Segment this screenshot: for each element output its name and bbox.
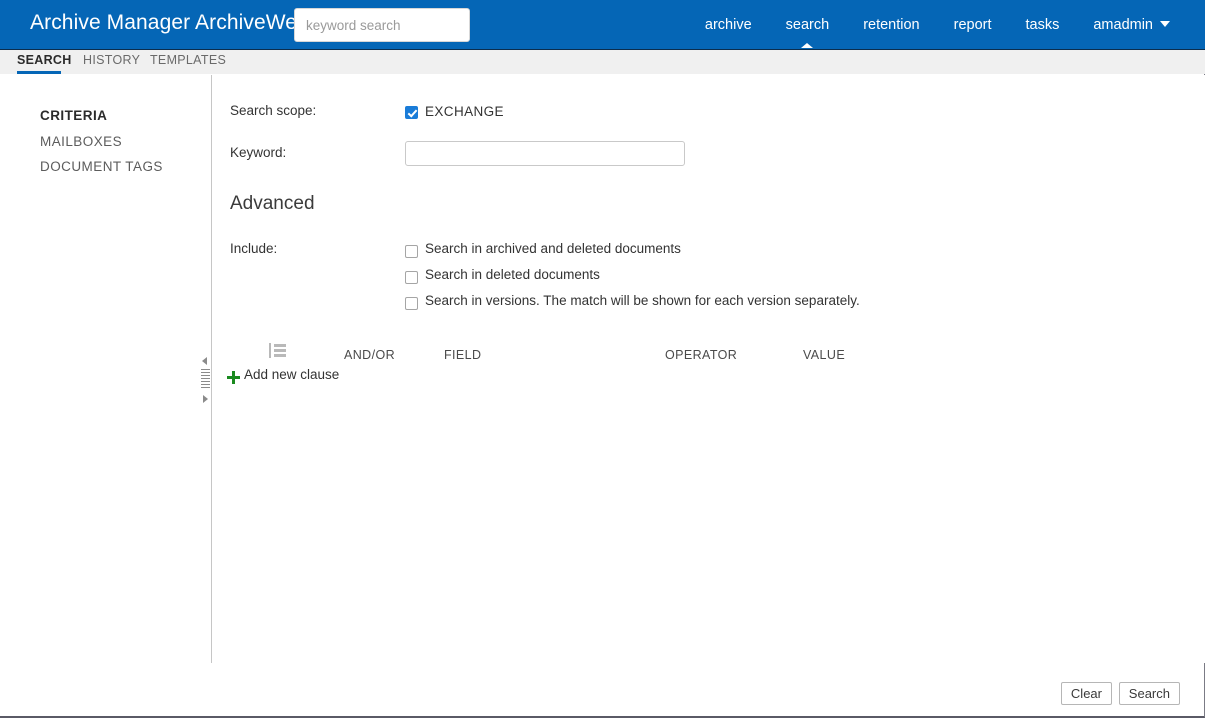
application-window: Archive Manager ArchiveWeb archive searc… <box>0 0 1205 718</box>
nav-item-tasks[interactable]: tasks <box>1009 0 1077 50</box>
chevron-down-icon <box>1160 21 1170 28</box>
checkbox-exchange-label[interactable]: EXCHANGE <box>425 104 504 119</box>
active-tab-indicator <box>17 71 61 74</box>
sidebar-item-mailboxes[interactable]: MAILBOXES <box>40 134 122 149</box>
sidebar-item-document-tags[interactable]: DOCUMENT TAGS <box>40 159 163 174</box>
nav-item-user-menu[interactable]: amadmin <box>1076 0 1187 50</box>
checkbox-search-deleted[interactable] <box>405 271 418 284</box>
search-scope-label: Search scope: <box>230 103 317 118</box>
grip-icon[interactable] <box>201 369 210 389</box>
clause-indent-icon <box>269 343 286 358</box>
checkbox-search-versions[interactable] <box>405 297 418 310</box>
advanced-section-title: Advanced <box>230 193 315 214</box>
search-button[interactable]: Search <box>1118 682 1180 705</box>
user-menu-label: amadmin <box>1093 17 1153 33</box>
checkbox-exchange[interactable] <box>405 106 418 119</box>
include-label: Include: <box>230 241 278 256</box>
tab-strip: SEARCH HISTORY TEMPLATES <box>0 50 1205 74</box>
app-brand-title: Archive Manager ArchiveWeb <box>30 11 309 34</box>
checkbox-search-archived-deleted-label[interactable]: Search in archived and deleted documents <box>425 241 681 256</box>
checkbox-search-archived-deleted[interactable] <box>405 245 418 258</box>
tab-history[interactable]: HISTORY <box>83 53 140 67</box>
keyword-search-input[interactable] <box>294 8 470 42</box>
footer-bar: Clear Search <box>0 664 1204 716</box>
nav-item-archive[interactable]: archive <box>688 0 769 50</box>
chevron-left-icon[interactable] <box>202 357 207 365</box>
keyword-field[interactable] <box>405 141 685 166</box>
checkbox-search-deleted-label[interactable]: Search in deleted documents <box>425 267 600 282</box>
clause-column-and-or: AND/OR <box>344 348 396 362</box>
clause-column-field: FIELD <box>444 348 482 362</box>
sidebar-splitter-handle[interactable] <box>199 355 212 405</box>
clause-column-value: VALUE <box>803 348 846 362</box>
tab-templates[interactable]: TEMPLATES <box>150 53 226 67</box>
clear-button[interactable]: Clear <box>1060 682 1112 705</box>
nav-item-search[interactable]: search <box>769 0 847 50</box>
search-criteria-panel: Search scope: EXCHANGE Keyword: Advanced… <box>213 75 1205 663</box>
left-sidebar: CRITERIA MAILBOXES DOCUMENT TAGS <box>0 75 212 663</box>
chevron-right-icon[interactable] <box>203 395 208 403</box>
nav-item-retention[interactable]: retention <box>846 0 936 50</box>
keyword-label: Keyword: <box>230 145 287 160</box>
add-new-clause-label: Add new clause <box>244 367 340 382</box>
clause-column-operator: OPERATOR <box>665 348 738 362</box>
checkbox-search-versions-label[interactable]: Search in versions. The match will be sh… <box>425 293 860 308</box>
top-header-bar: Archive Manager ArchiveWeb archive searc… <box>0 0 1205 50</box>
tab-search[interactable]: SEARCH <box>17 53 72 67</box>
sidebar-item-criteria[interactable]: CRITERIA <box>40 108 107 123</box>
main-navigation: archive search retention report tasks am… <box>688 0 1187 50</box>
nav-item-report[interactable]: report <box>937 0 1009 50</box>
header-search-wrapper <box>294 8 470 42</box>
plus-icon <box>227 371 240 384</box>
